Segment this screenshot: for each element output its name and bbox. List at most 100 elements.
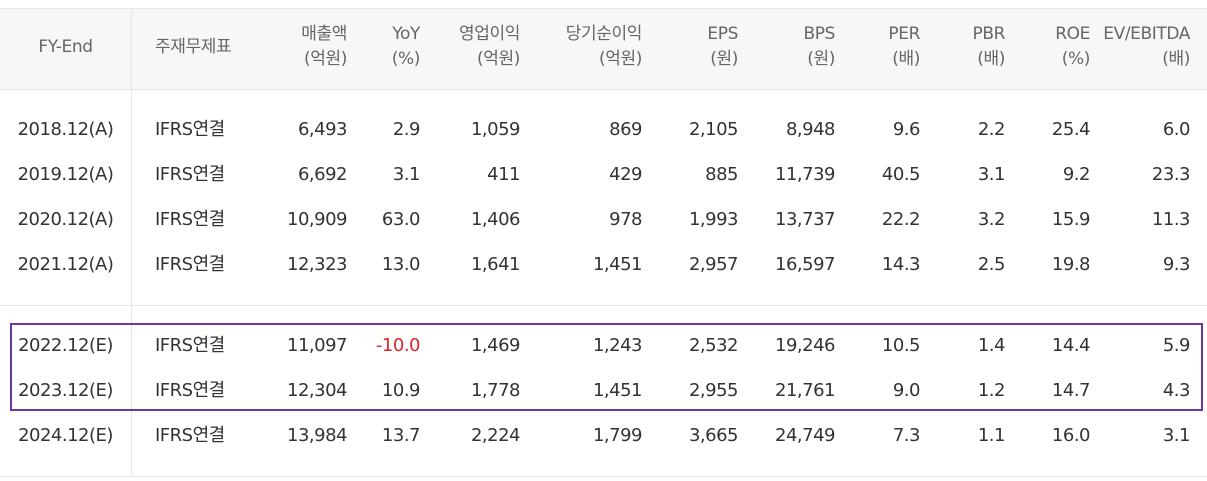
header-unit: (원): [710, 49, 738, 69]
cell-yoy: -10.0: [375, 335, 421, 356]
cell-pbr: 3.2: [977, 209, 1006, 230]
cell-per: 9.0: [892, 380, 921, 401]
cell-net-income: 869: [609, 119, 642, 140]
header-unit: (억원): [304, 49, 347, 69]
cell-fy-end: 2018.12(A): [17, 119, 114, 140]
cell-eps: 3,665: [688, 425, 739, 446]
header-label: EV/EBITDA: [1103, 24, 1190, 44]
cell-revenue: 13,984: [287, 425, 347, 446]
header-unit: (배): [892, 49, 920, 69]
column-divider: [131, 8, 132, 476]
cell-bps: 13,737: [775, 209, 835, 230]
cell-yoy: 63.0: [381, 209, 421, 230]
cell-per: 22.2: [881, 209, 921, 230]
cell-pbr: 3.1: [977, 164, 1006, 185]
header-revenue: 매출액 (억원): [247, 22, 347, 72]
cell-fy-end: 2020.12(A): [17, 209, 114, 230]
header-unit: (배): [977, 49, 1005, 69]
cell-pbr: 2.5: [977, 254, 1006, 275]
cell-eps: 2,957: [688, 254, 739, 275]
cell-roe: 15.9: [1051, 209, 1091, 230]
cell-yoy: 3.1: [392, 164, 421, 185]
cell-bps: 19,246: [775, 335, 835, 356]
cell-roe: 19.8: [1051, 254, 1091, 275]
cell-net-income: 978: [609, 209, 642, 230]
cell-yoy: 13.0: [381, 254, 421, 275]
header-ev-ebitda: EV/EBITDA (배): [1095, 22, 1190, 72]
cell-net-income: 1,799: [592, 425, 643, 446]
header-label: EPS: [707, 24, 738, 44]
cell-operating-profit: 1,641: [470, 254, 521, 275]
cell-operating-profit: 1,778: [470, 380, 521, 401]
cell-ev-ebitda: 5.9: [1162, 335, 1191, 356]
cell-operating-profit: 1,059: [470, 119, 521, 140]
header-fy-end: FY-End: [0, 35, 131, 60]
header-yoy: YoY (%): [350, 22, 421, 72]
cell-net-income: 429: [609, 164, 642, 185]
cell-ev-ebitda: 23.3: [1151, 164, 1191, 185]
header-bps: BPS (원): [740, 22, 835, 72]
header-unit: (배): [1162, 49, 1190, 69]
cell-roe: 25.4: [1051, 119, 1091, 140]
cell-bps: 21,761: [775, 380, 835, 401]
header-unit: (원): [807, 49, 835, 69]
cell-operating-profit: 411: [487, 164, 520, 185]
header-unit: (%): [391, 49, 421, 69]
cell-eps: 2,955: [688, 380, 739, 401]
cell-per: 10.5: [881, 335, 921, 356]
header-label: PER: [888, 24, 920, 44]
cell-eps: 2,105: [688, 119, 739, 140]
header-label: ROE: [1055, 24, 1090, 44]
cell-pbr: 1.1: [977, 425, 1006, 446]
cell-fy-end: 2019.12(A): [17, 164, 114, 185]
header-per: PER (배): [840, 22, 920, 72]
cell-pbr: 1.4: [977, 335, 1006, 356]
header-label: YoY: [392, 24, 420, 44]
cell-per: 9.6: [892, 119, 921, 140]
header-label: BPS: [803, 24, 835, 44]
cell-pbr: 2.2: [977, 119, 1006, 140]
cell-eps: 2,532: [688, 335, 739, 356]
header-label: 영업이익: [459, 24, 520, 44]
cell-operating-profit: 1,406: [470, 209, 521, 230]
header-roe: ROE (%): [1010, 22, 1090, 72]
table-bottom-border: [0, 476, 1207, 477]
header-unit: (억원): [477, 49, 520, 69]
header-unit: (%): [1061, 49, 1091, 69]
cell-ev-ebitda: 9.3: [1162, 254, 1191, 275]
cell-net-income: 1,451: [592, 254, 643, 275]
cell-revenue: 12,323: [287, 254, 347, 275]
cell-operating-profit: 2,224: [470, 425, 521, 446]
cell-per: 40.5: [881, 164, 921, 185]
header-pbr: PBR (배): [930, 22, 1005, 72]
header-label: 당기순이익: [565, 24, 643, 44]
cell-roe: 9.2: [1062, 164, 1091, 185]
header-bottom-border: [0, 89, 1207, 90]
header-eps: EPS (원): [650, 22, 738, 72]
group-divider: [0, 305, 1207, 306]
cell-per: 7.3: [892, 425, 921, 446]
cell-bps: 11,739: [775, 164, 835, 185]
header-label: PBR: [972, 24, 1005, 44]
cell-yoy: 10.9: [381, 380, 421, 401]
cell-ev-ebitda: 11.3: [1151, 209, 1191, 230]
cell-fy-end: 2023.12(E): [18, 380, 113, 401]
cell-net-income: 1,451: [592, 380, 643, 401]
cell-revenue: 10,909: [287, 209, 347, 230]
cell-eps: 1,993: [688, 209, 739, 230]
header-net-income: 당기순이익 (억원): [530, 22, 643, 72]
cell-bps: 24,749: [775, 425, 835, 446]
cell-revenue: 6,493: [297, 119, 348, 140]
cell-operating-profit: 1,469: [470, 335, 521, 356]
financial-table: FY-End 주재무제표 매출액 (억원) YoY (%) 영업이익 (억원) 당기순이익 (억원…: [0, 0, 1207, 481]
cell-pbr: 1.2: [977, 380, 1006, 401]
cell-eps: 885: [705, 164, 738, 185]
cell-roe: 14.7: [1051, 380, 1091, 401]
cell-revenue: 11,097: [287, 335, 347, 356]
cell-fy-end: 2022.12(E): [18, 335, 113, 356]
cell-bps: 8,948: [785, 119, 836, 140]
cell-ev-ebitda: 6.0: [1162, 119, 1191, 140]
cell-net-income: 1,243: [592, 335, 643, 356]
cell-revenue: 12,304: [287, 380, 347, 401]
cell-yoy: 13.7: [381, 425, 421, 446]
